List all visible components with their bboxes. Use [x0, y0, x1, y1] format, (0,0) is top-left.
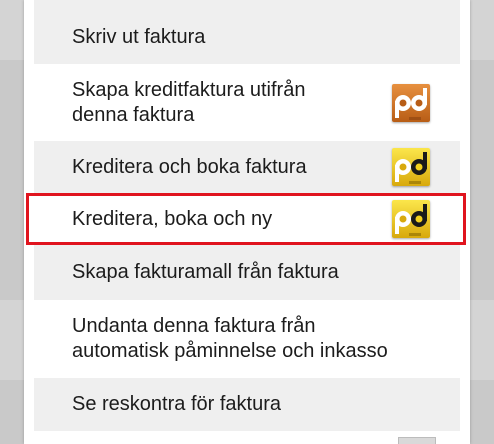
- pb-icon: [392, 200, 430, 238]
- menu-item-label: Skapa fakturamall från faktura: [72, 261, 339, 283]
- menu-item-credit-and-book[interactable]: Kreditera och boka faktura: [34, 141, 460, 193]
- menu-item-credit-book-and-new[interactable]: Kreditera, boka och ny: [34, 193, 460, 245]
- pb-icon: [392, 83, 430, 122]
- menu-item-print-invoice[interactable]: Skriv ut faktura: [34, 10, 460, 64]
- menu-item-view-ledger[interactable]: Se reskontra för faktura: [34, 378, 460, 431]
- menu-item-exclude-from-reminders[interactable]: Undanta denna faktura från automatisk på…: [34, 300, 460, 378]
- context-menu-panel: Skriv ut faktura Skapa kreditfaktura uti…: [24, 0, 470, 444]
- menu-item-label: Skriv ut faktura: [72, 25, 206, 48]
- pb-icon: [392, 148, 430, 186]
- menu-item-label: Kreditera och boka faktura: [72, 155, 307, 178]
- menu-item-create-credit-invoice[interactable]: Skapa kreditfaktura utifrån denna faktur…: [34, 64, 460, 141]
- menu-item-label: Skapa kreditfaktura utifrån denna faktur…: [72, 78, 306, 126]
- partial-icon-stub: [398, 437, 436, 444]
- menu-item-label: Kreditera, boka och ny: [72, 207, 273, 230]
- menu-item-partial-bottom[interactable]: [34, 431, 460, 444]
- menu-item-create-invoice-template[interactable]: Skapa fakturamall från faktura: [34, 245, 460, 300]
- menu-item-label: Se reskontra för faktura: [72, 393, 281, 415]
- menu-item-label: Undanta denna faktura från automatisk på…: [72, 315, 388, 362]
- menu-item-partial-top[interactable]: [34, 0, 460, 10]
